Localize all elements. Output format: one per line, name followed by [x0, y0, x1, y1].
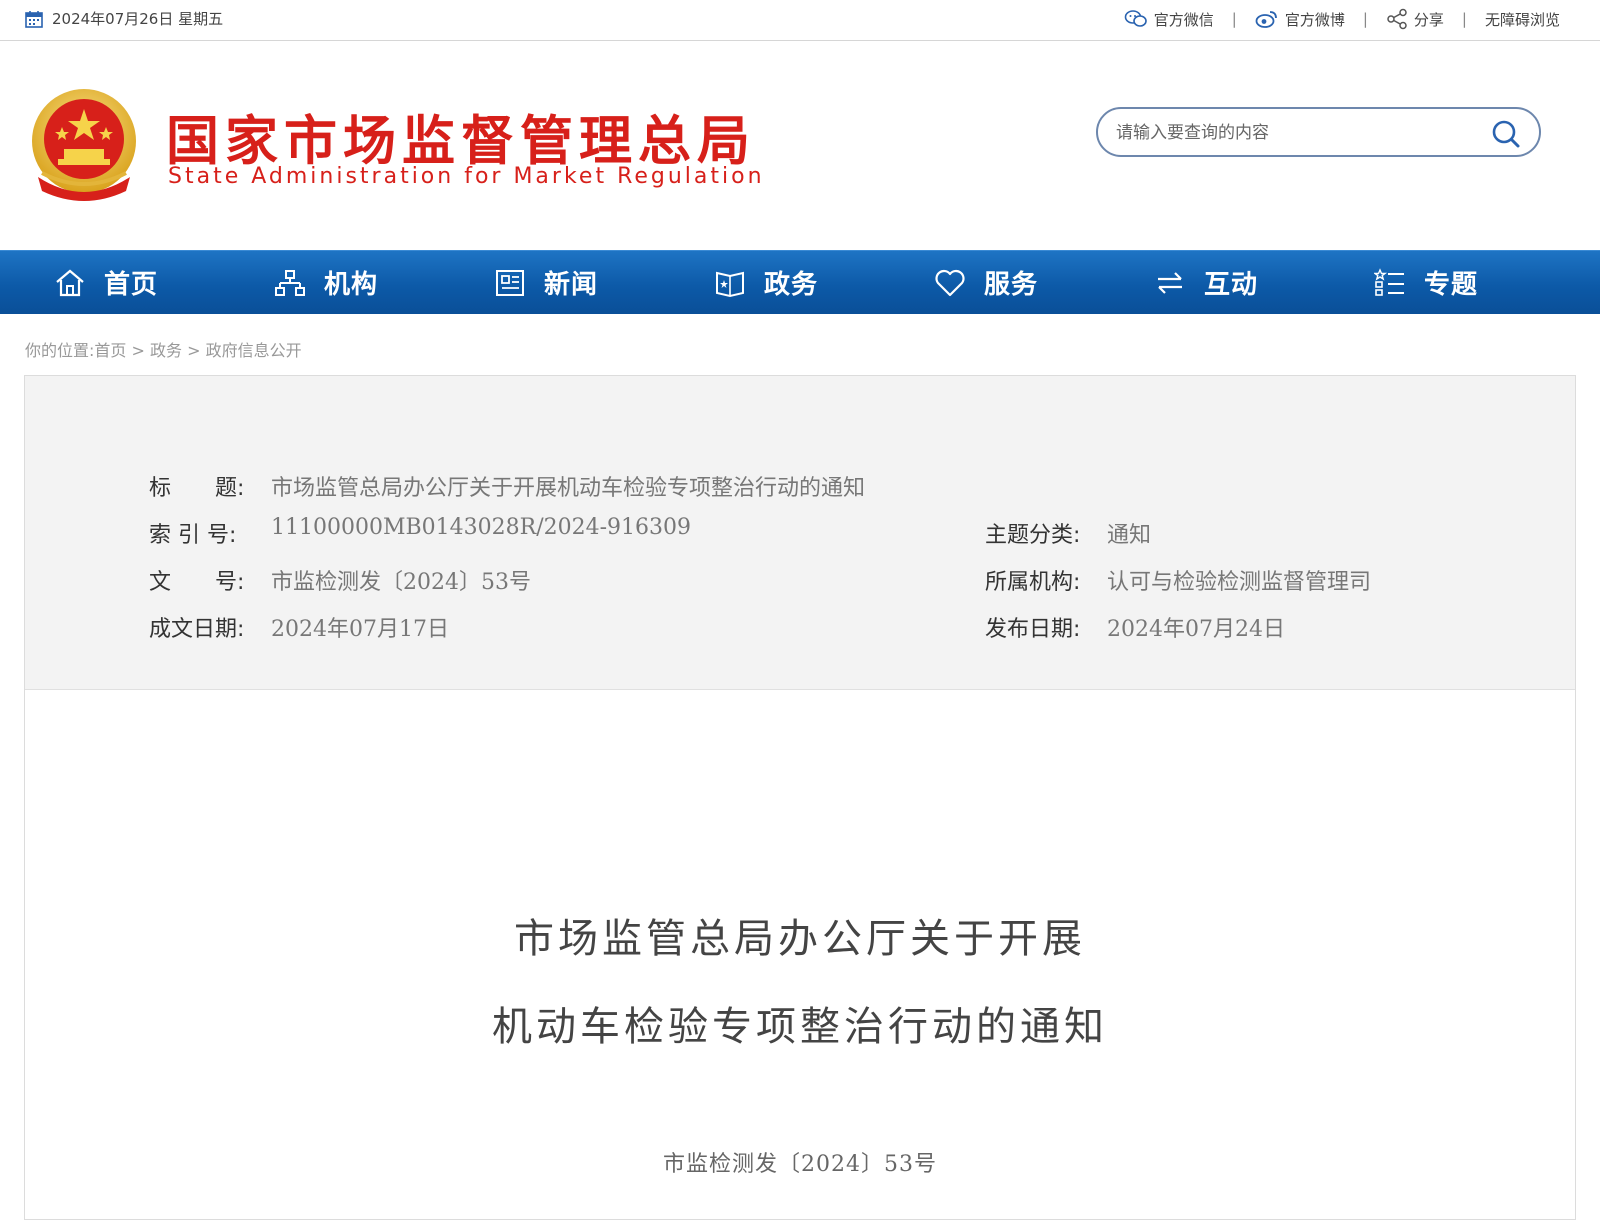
calendar-icon	[25, 10, 43, 28]
site-header: 国家市场监督管理总局 State Administration for Mark…	[0, 41, 1600, 249]
document-metadata: 标 题: 市场监管总局办公厅关于开展机动车检验专项整治行动的通知 索 引 号: …	[25, 376, 1575, 690]
meta-written-date-label: 成文日期:	[149, 617, 245, 642]
separator: |	[1231, 10, 1237, 28]
weibo-icon	[1255, 11, 1277, 28]
search-input[interactable]	[1114, 119, 1468, 147]
nav-item-home[interactable]: 首页	[54, 251, 158, 314]
nav-item-interaction[interactable]: 互动	[1154, 251, 1258, 314]
top-links: 官方微信 | 官方微博 | 分享 | 无障碍浏览	[1124, 8, 1560, 30]
government-book-icon	[716, 271, 744, 297]
nav-label: 首页	[104, 270, 159, 300]
share-icon	[1387, 8, 1407, 30]
meta-index-value: 11100000MB0143028R/2024-916309	[271, 515, 692, 540]
article-container: 标 题: 市场监管总局办公厅关于开展机动车检验专项整治行动的通知 索 引 号: …	[24, 375, 1576, 1220]
main-nav: 首页 机构 新闻 政务 服务 互动 专题	[0, 250, 1600, 314]
accessibility-link[interactable]: 无障碍浏览	[1485, 9, 1560, 30]
nav-item-topics[interactable]: 专题	[1374, 251, 1478, 314]
national-emblem-logo	[32, 89, 136, 201]
breadcrumb-item-info-disclosure[interactable]: 政府信息公开	[206, 341, 302, 360]
document-number: 市监检测发〔2024〕53号	[663, 1152, 937, 1177]
breadcrumb-separator: >	[126, 341, 150, 360]
meta-org-value: 认可与检验检测监督管理司	[1107, 570, 1372, 595]
news-icon	[496, 269, 524, 296]
home-icon	[56, 269, 84, 296]
separator: |	[1362, 10, 1368, 28]
weibo-link[interactable]: 官方微博	[1255, 9, 1345, 30]
meta-index-label: 索 引 号:	[149, 523, 237, 548]
nav-label: 服务	[984, 270, 1039, 300]
current-date: 2024年07月26日 星期五	[24, 8, 223, 29]
accessibility-label: 无障碍浏览	[1484, 10, 1560, 29]
weibo-label: 官方微博	[1284, 10, 1345, 29]
meta-written-date-value: 2024年07月17日	[271, 617, 449, 642]
site-title-en: State Administration for Market Regulati…	[168, 164, 765, 189]
meta-published-date-label: 发布日期:	[985, 617, 1081, 642]
nav-label: 政务	[764, 270, 819, 300]
top-bar: 2024年07月26日 星期五 官方微信 | 官方微博 | 分享 | 无障碍浏览	[0, 0, 1600, 41]
breadcrumb-prefix: 你的位置:	[25, 341, 95, 360]
date-text: 2024年07月26日 星期五	[52, 10, 224, 28]
meta-org-label: 所属机构:	[985, 570, 1081, 595]
nav-label: 机构	[324, 270, 379, 300]
search-box	[1096, 107, 1541, 157]
exchange-arrows-icon	[1158, 271, 1182, 294]
wechat-label: 官方微信	[1153, 10, 1214, 29]
share-link[interactable]: 分享	[1386, 8, 1444, 30]
meta-published-date-value: 2024年07月24日	[1107, 617, 1285, 642]
meta-title-label: 标 题:	[149, 476, 245, 501]
nav-item-news[interactable]: 新闻	[494, 251, 598, 314]
breadcrumb: 你的位置:首页 > 政务 > 政府信息公开	[25, 337, 302, 361]
nav-label: 专题	[1424, 270, 1479, 300]
search-icon[interactable]	[1491, 119, 1521, 149]
breadcrumb-item-government-affairs[interactable]: 政务	[150, 341, 182, 360]
meta-title-value: 市场监管总局办公厅关于开展机动车检验专项整治行动的通知	[271, 476, 866, 501]
meta-docno-label: 文 号:	[149, 570, 245, 595]
breadcrumb-separator: >	[182, 341, 206, 360]
meta-category-label: 主题分类:	[985, 523, 1081, 548]
nav-label: 互动	[1204, 270, 1259, 300]
topics-list-icon	[1374, 267, 1404, 296]
nav-item-organization[interactable]: 机构	[274, 251, 378, 314]
nav-item-government-affairs[interactable]: 政务	[714, 251, 818, 314]
meta-category-value: 通知	[1107, 523, 1152, 548]
heart-icon	[935, 269, 965, 296]
nav-label: 新闻	[544, 270, 599, 300]
wechat-icon	[1124, 10, 1147, 27]
breadcrumb-item-home[interactable]: 首页	[94, 341, 126, 360]
document-title-line-1: 市场监管总局办公厅关于开展	[514, 916, 1086, 962]
separator: |	[1461, 10, 1467, 28]
nav-item-services[interactable]: 服务	[934, 251, 1038, 314]
wechat-link[interactable]: 官方微信	[1124, 9, 1214, 30]
document-title-line-2: 机动车检验专项整治行动的通知	[492, 1004, 1108, 1050]
org-chart-icon	[275, 269, 305, 296]
meta-docno-value: 市监检测发〔2024〕53号	[271, 570, 531, 595]
share-label: 分享	[1413, 10, 1444, 29]
